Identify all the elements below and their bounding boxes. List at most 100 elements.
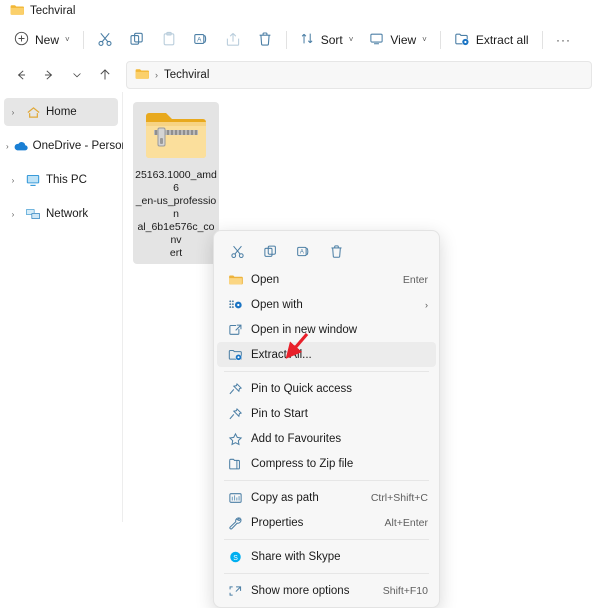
context-menu-divider-1	[224, 371, 429, 372]
context-menu-divider-4	[224, 573, 429, 574]
context-menu-divider-3	[224, 539, 429, 540]
context-menu-item-properties[interactable]: Properties Alt+Enter	[217, 510, 436, 535]
context-menu-item-label: Open with	[251, 298, 303, 311]
rename-button[interactable]: A	[288, 237, 318, 265]
sort-button[interactable]: Sort ˅	[292, 26, 362, 54]
more-options-button[interactable]: ···	[548, 26, 580, 54]
monitor-icon	[24, 173, 42, 187]
sidebar-item-home[interactable]: › Home	[4, 98, 118, 126]
home-icon	[24, 105, 42, 120]
sidebar-item-network[interactable]: › Network	[4, 200, 118, 228]
star-icon	[223, 432, 247, 446]
context-menu-item-label: Compress to Zip file	[251, 457, 354, 470]
ellipsis-icon: ···	[556, 33, 572, 47]
network-icon	[24, 207, 42, 221]
context-menu-item-pin-to-quick-access[interactable]: Pin to Quick access	[217, 376, 436, 401]
share-button[interactable]	[217, 26, 249, 54]
view-button-label: View	[390, 33, 417, 47]
sidebar-item-label: This PC	[46, 174, 87, 186]
title-bar: Techviral	[0, 0, 600, 22]
context-menu-item-pin-to-start[interactable]: Pin to Start	[217, 401, 436, 426]
toolbar-divider-3	[439, 31, 441, 49]
context-menu-item-label: Properties	[251, 516, 304, 529]
chevron-right-icon[interactable]: ›	[6, 142, 9, 151]
context-menu-item-show-more-options[interactable]: Show more options Shift+F10	[217, 578, 436, 603]
plus-circle-icon	[14, 31, 29, 49]
skype-icon: S	[223, 550, 247, 564]
paste-button[interactable]	[153, 26, 185, 54]
new-button[interactable]: New ˅	[6, 26, 78, 54]
breadcrumb-techviral[interactable]: Techviral	[164, 69, 209, 81]
context-menu-item-accel: Shift+F10	[382, 584, 428, 597]
new-button-label: New	[35, 33, 60, 47]
recent-locations-button[interactable]	[64, 62, 90, 88]
copy-path-icon	[223, 491, 247, 505]
forward-button[interactable]	[36, 62, 62, 88]
open-with-icon	[223, 298, 247, 312]
content-area: › Home › OneDrive - Personal › This PC ›…	[0, 92, 600, 608]
delete-button[interactable]	[249, 26, 281, 54]
context-menu-item-copy-as-path[interactable]: Copy as path Ctrl+Shift+C	[217, 485, 436, 510]
chevron-right-icon[interactable]: ›	[6, 176, 20, 185]
extract-all-button[interactable]: Extract all	[446, 26, 537, 54]
sidebar-item-label: Network	[46, 208, 89, 220]
svg-text:A: A	[197, 36, 202, 43]
context-menu-item-label: Open in new window	[251, 323, 358, 336]
file-item-name: 25163.1000_amd6 _en-us_profession al_6b1…	[135, 169, 217, 259]
context-menu-item-label: Share with Skype	[251, 550, 341, 563]
tab-label: Techviral	[30, 5, 76, 17]
zip-icon	[223, 457, 247, 471]
sidebar-item-label: Home	[46, 106, 77, 118]
sidebar-item-onedrive[interactable]: › OneDrive - Personal	[4, 132, 137, 160]
rename-button[interactable]: A	[185, 26, 217, 54]
cut-button[interactable]	[89, 26, 121, 54]
chevron-right-icon[interactable]: ›	[6, 210, 20, 219]
chevron-down-icon: ˅	[65, 35, 70, 44]
context-menu-item-open[interactable]: Open Enter	[217, 267, 436, 292]
context-menu-item-open-with[interactable]: Open with ›	[217, 292, 436, 317]
file-item[interactable]: 25163.1000_amd6 _en-us_profession al_6b1…	[133, 102, 219, 264]
context-menu-tool-row: A	[214, 235, 439, 267]
back-button[interactable]	[8, 62, 34, 88]
sort-arrows-icon	[300, 31, 315, 49]
copy-button[interactable]	[121, 26, 153, 54]
folder-icon	[10, 4, 24, 19]
sidebar-item-this-pc[interactable]: › This PC	[4, 166, 118, 194]
copy-button[interactable]	[255, 237, 285, 265]
cloud-icon	[13, 139, 29, 153]
svg-text:A: A	[299, 249, 303, 255]
navigation-pane: › Home › OneDrive - Personal › This PC ›…	[0, 92, 137, 522]
copy-icon	[129, 31, 145, 50]
context-menu-item-label: Open	[251, 273, 280, 286]
scissors-icon	[97, 31, 113, 50]
up-button[interactable]	[92, 62, 118, 88]
address-bar[interactable]: › Techviral	[126, 61, 592, 89]
context-menu-item-add-to-favourites[interactable]: Add to Favourites	[217, 426, 436, 451]
chevron-right-icon[interactable]: ›	[6, 108, 20, 117]
context-menu-item-label: Show more options	[251, 584, 350, 597]
context-menu-item-open-in-new-window[interactable]: Open in new window	[217, 317, 436, 342]
file-explorer-window: Techviral New ˅ A Sort ˅ View ˅ Extract …	[0, 0, 600, 608]
context-menu-item-label: Pin to Quick access	[251, 382, 352, 395]
zip-folder-icon	[144, 108, 208, 165]
context-menu-item-label: Copy as path	[251, 491, 319, 504]
chevron-right-icon: ›	[425, 299, 428, 310]
address-bar-row: › Techviral	[0, 58, 600, 92]
context-menu-item-compress-to-zip[interactable]: Compress to Zip file	[217, 451, 436, 476]
chevron-down-icon: ˅	[348, 35, 354, 44]
context-menu: A Open Enter Open with › Open in new win…	[213, 230, 440, 608]
toolbar-divider-2	[285, 31, 287, 49]
breadcrumb-separator: ›	[155, 70, 158, 80]
context-menu-item-share-with-skype[interactable]: S Share with Skype	[217, 544, 436, 569]
view-button[interactable]: View ˅	[361, 26, 434, 54]
cut-button[interactable]	[222, 237, 252, 265]
context-menu-divider-2	[224, 480, 429, 481]
context-menu-item-accel: Ctrl+Shift+C	[370, 491, 428, 504]
context-menu-item-extract-all[interactable]: Extract All...	[217, 342, 436, 367]
folder-icon	[135, 68, 149, 83]
monitor-icon	[369, 31, 384, 49]
explorer-tab-techviral[interactable]: Techviral	[8, 1, 83, 21]
extract-folder-icon	[454, 31, 470, 50]
delete-button[interactable]	[321, 237, 351, 265]
folder-open-icon	[223, 273, 247, 287]
